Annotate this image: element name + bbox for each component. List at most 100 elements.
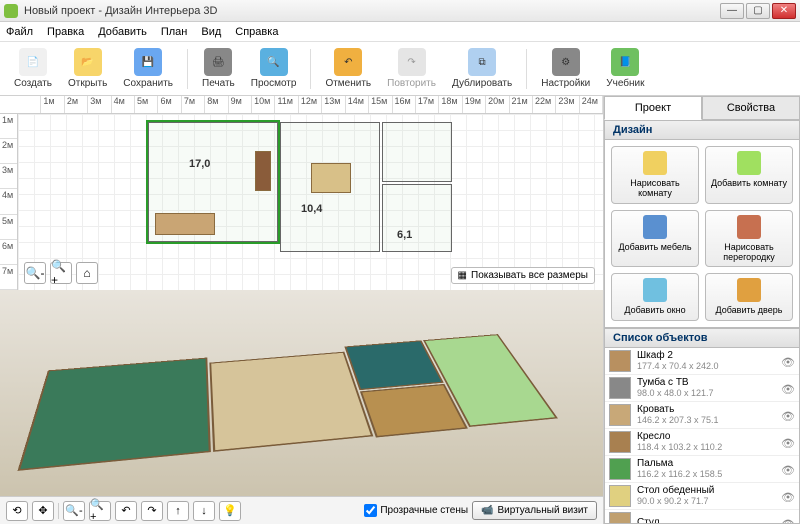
object-name: Стул <box>637 517 781 524</box>
room-3[interactable]: 6,1 <box>382 184 452 252</box>
menu-add[interactable]: Добавить <box>98 26 147 38</box>
list-item[interactable]: Стол обеденный90.0 x 90.2 x 71.7👁 <box>605 483 799 510</box>
draw-partition-button[interactable]: Нарисовать перегородку <box>705 210 793 268</box>
tutorial-icon: 📘 <box>611 48 639 76</box>
room3d-1[interactable] <box>17 358 210 471</box>
zoom-out-3d-button[interactable]: 🔍- <box>63 501 85 521</box>
list-item[interactable]: Пальма116.2 x 116.2 x 158.5👁 <box>605 456 799 483</box>
tab-properties[interactable]: Свойства <box>702 96 800 120</box>
transparent-walls-checkbox[interactable]: Прозрачные стены <box>364 504 468 517</box>
visibility-icon[interactable]: 👁 <box>781 356 795 366</box>
add-door-button[interactable]: Добавить дверь <box>705 273 793 320</box>
menu-edit[interactable]: Правка <box>47 26 84 38</box>
view3d-toolbar: ⟲ ✥ 🔍- 🔍+ ↶ ↷ ↑ ↓ 💡 Прозрачные стены 📹 В… <box>0 496 603 524</box>
visibility-icon[interactable]: 👁 <box>781 383 795 393</box>
furniture-wardrobe[interactable] <box>255 151 271 191</box>
view-3d[interactable]: ⟲ ✥ 🔍- 🔍+ ↶ ↷ ↑ ↓ 💡 Прозрачные стены 📹 В… <box>0 290 603 524</box>
light-button[interactable]: 💡 <box>219 501 241 521</box>
room-1-area: 17,0 <box>189 158 210 170</box>
zoom-in-button[interactable]: 🔍+ <box>50 262 72 284</box>
visibility-icon[interactable]: 👁 <box>781 437 795 447</box>
toolbar-undo-button[interactable]: ↶Отменить <box>319 46 377 91</box>
draw-room-button[interactable]: Нарисовать комнату <box>611 146 699 204</box>
room-1[interactable]: 17,0 <box>148 122 278 242</box>
furniture-bed[interactable] <box>311 163 351 193</box>
window-title: Новый проект - Дизайн Интерьера 3D <box>24 5 720 17</box>
menu-plan[interactable]: План <box>161 26 188 38</box>
camera-icon: 📹 <box>481 505 493 516</box>
list-item[interactable]: Шкаф 2177.4 x 70.4 x 242.0👁 <box>605 348 799 375</box>
object-thumbnail <box>609 404 631 426</box>
menu-help[interactable]: Справка <box>235 26 278 38</box>
tab-project[interactable]: Проект <box>604 96 702 120</box>
rotate-left-button[interactable]: ↶ <box>115 501 137 521</box>
object-list[interactable]: Шкаф 2177.4 x 70.4 x 242.0👁Тумба с ТВ98.… <box>604 348 800 524</box>
zoom-in-3d-button[interactable]: 🔍+ <box>89 501 111 521</box>
maximize-button[interactable]: ▢ <box>746 3 770 19</box>
toolbar-open-button[interactable]: 📂Открыть <box>62 46 113 91</box>
object-dimensions: 98.0 x 48.0 x 121.7 <box>637 388 781 398</box>
toolbar-tutorial-button[interactable]: 📘Учебник <box>600 46 650 91</box>
list-item[interactable]: Тумба с ТВ98.0 x 48.0 x 121.7👁 <box>605 375 799 402</box>
list-item[interactable]: Кровать146.2 x 207.3 x 75.1👁 <box>605 402 799 429</box>
grid-icon: ▦ <box>458 270 467 281</box>
tilt-up-button[interactable]: ↑ <box>167 501 189 521</box>
visibility-icon[interactable]: 👁 <box>781 410 795 420</box>
sidebar: Проект Свойства Дизайн Нарисовать комнат… <box>604 96 800 524</box>
close-button[interactable]: ✕ <box>772 3 796 19</box>
preview-icon: 🔍 <box>260 48 288 76</box>
furniture-sofa[interactable] <box>155 213 215 235</box>
section-design-header: Дизайн <box>604 120 800 140</box>
toolbar-save-button[interactable]: 💾Сохранить <box>117 46 179 91</box>
zoom-out-button[interactable]: 🔍- <box>24 262 46 284</box>
object-dimensions: 90.0 x 90.2 x 71.7 <box>637 496 781 506</box>
home-view-button[interactable]: ⌂ <box>76 262 98 284</box>
ruler-horizontal: 1м2м3м4м5м6м7м8м9м10м11м12м13м14м15м16м1… <box>0 96 603 114</box>
menu-file[interactable]: Файл <box>6 26 33 38</box>
settings-icon: ⚙ <box>552 48 580 76</box>
visibility-icon[interactable]: 👁 <box>781 464 795 474</box>
add-furniture-button[interactable]: Добавить мебель <box>611 210 699 268</box>
virtual-visit-button[interactable]: 📹 Виртуальный визит <box>472 501 597 520</box>
visibility-icon[interactable]: 👁 <box>781 518 795 524</box>
object-name: Кресло <box>637 431 781 443</box>
plan-2d[interactable]: 1м2м3м4м5м6м7м 17,0 10,4 6,1 🔍- 🔍+ <box>0 114 603 290</box>
menu-view[interactable]: Вид <box>201 26 221 38</box>
toolbar-print-button[interactable]: 🖨Печать <box>196 46 241 91</box>
orbit-button[interactable]: ⟲ <box>6 501 28 521</box>
object-thumbnail <box>609 512 631 524</box>
toolbar-settings-button[interactable]: ⚙Настройки <box>535 46 596 91</box>
room-3a[interactable] <box>382 122 452 182</box>
print-icon: 🖨 <box>204 48 232 76</box>
room-2[interactable]: 10,4 <box>280 122 380 252</box>
plan-zoom-tools: 🔍- 🔍+ ⌂ <box>24 262 98 284</box>
toolbar-duplicate-button[interactable]: ⧉Дублировать <box>446 46 518 91</box>
toolbar-preview-button[interactable]: 🔍Просмотр <box>245 46 303 91</box>
minimize-button[interactable]: — <box>720 3 744 19</box>
title-bar: Новый проект - Дизайн Интерьера 3D — ▢ ✕ <box>0 0 800 22</box>
pan-button[interactable]: ✥ <box>32 501 54 521</box>
floor-3d-model[interactable] <box>7 333 592 505</box>
show-all-dimensions-toggle[interactable]: ▦ Показывать все размеры <box>451 267 595 284</box>
add-door-icon <box>737 278 761 302</box>
object-thumbnail <box>609 431 631 453</box>
app-icon <box>4 4 18 18</box>
add-window-button[interactable]: Добавить окно <box>611 273 699 320</box>
redo-icon: ↷ <box>398 48 426 76</box>
floor-plan-grid[interactable]: 17,0 10,4 6,1 🔍- 🔍+ ⌂ ▦ <box>18 114 603 290</box>
add-room-button[interactable]: Добавить комнату <box>705 146 793 204</box>
object-name: Пальма <box>637 458 781 470</box>
list-item[interactable]: Стул👁 <box>605 510 799 524</box>
object-thumbnail <box>609 485 631 507</box>
toolbar-create-button[interactable]: 📄Создать <box>8 46 58 91</box>
visibility-icon[interactable]: 👁 <box>781 491 795 501</box>
room3d-2[interactable] <box>209 352 373 452</box>
object-dimensions: 146.2 x 207.3 x 75.1 <box>637 415 781 425</box>
object-name: Тумба с ТВ <box>637 377 781 389</box>
tilt-down-button[interactable]: ↓ <box>193 501 215 521</box>
ruler-vertical: 1м2м3м4м5м6м7м <box>0 114 18 290</box>
toolbar-redo-button[interactable]: ↷Повторить <box>381 46 442 91</box>
rotate-right-button[interactable]: ↷ <box>141 501 163 521</box>
canvas-area: 1м2м3м4м5м6м7м8м9м10м11м12м13м14м15м16м1… <box>0 96 604 524</box>
list-item[interactable]: Кресло118.4 x 103.2 x 110.2👁 <box>605 429 799 456</box>
